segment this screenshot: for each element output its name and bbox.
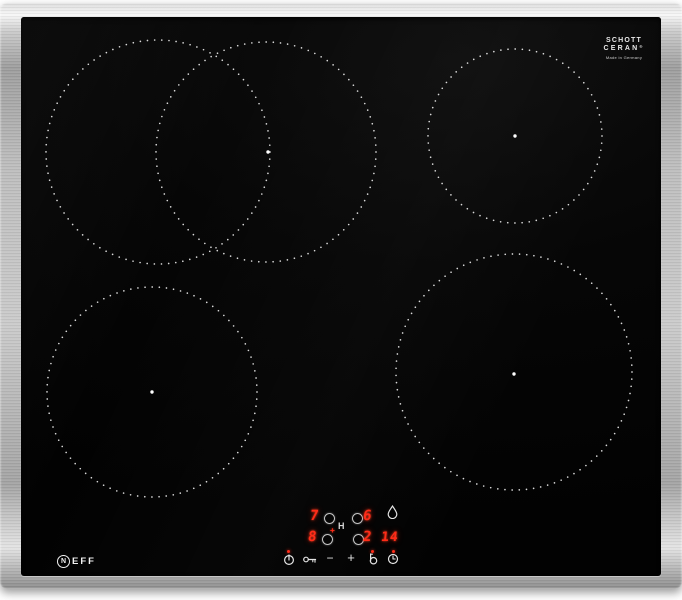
zone-selector-rear-left[interactable] xyxy=(324,513,335,524)
ceramic-glass-surface xyxy=(21,17,661,576)
zone-selector-front-left[interactable] xyxy=(322,534,333,545)
induction-hob-photo: SCHOTT CERAN® Made in Germany N EFF 7 6 … xyxy=(0,0,682,600)
timer-display: 14 xyxy=(380,530,400,545)
neff-logo: N EFF xyxy=(57,555,96,568)
power-button[interactable] xyxy=(283,553,295,565)
neff-logo-letters: EFF xyxy=(72,556,96,567)
schott-ceran-subtext: Made in Germany xyxy=(605,55,643,61)
minus-button[interactable]: − xyxy=(324,552,336,564)
kitchen-timer-button[interactable] xyxy=(368,552,378,565)
heat-indicator-H: H xyxy=(338,521,345,531)
key-lock-button[interactable] xyxy=(303,555,317,564)
neff-logo-n-emblem: N xyxy=(57,555,70,568)
schott-ceran-logo: SCHOTT CERAN® Made in Germany xyxy=(596,37,652,61)
schott-ceran-line2: CERAN® xyxy=(603,44,645,53)
boost-plus-indicator: + xyxy=(330,526,335,535)
droplet-icon xyxy=(387,505,398,519)
cooking-timer-clock-button[interactable] xyxy=(387,553,399,565)
plus-button[interactable]: + xyxy=(345,551,357,564)
